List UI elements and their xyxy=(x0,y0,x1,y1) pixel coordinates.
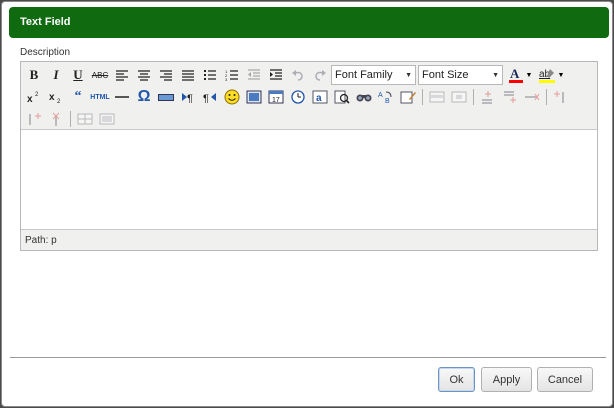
italic-button[interactable]: I xyxy=(45,65,67,85)
align-left-icon[interactable] xyxy=(111,65,133,85)
svg-text:x: x xyxy=(49,92,55,103)
chevron-down-icon: ▼ xyxy=(525,71,533,79)
table-row-props-icon[interactable] xyxy=(426,87,448,107)
svg-text:A: A xyxy=(510,67,520,81)
highlight-color-button[interactable]: ab ▼ xyxy=(535,65,567,85)
svg-text:17: 17 xyxy=(272,97,280,104)
svg-text:B: B xyxy=(385,98,390,104)
svg-text:3: 3 xyxy=(225,77,228,81)
visual-aid-icon[interactable] xyxy=(397,87,419,107)
replace-icon[interactable]: AB xyxy=(375,87,397,107)
toolbar-separator xyxy=(546,89,547,105)
rich-text-editor: B I U ABC 123 Font Family ▼ Font Size ▼ … xyxy=(20,61,598,251)
preview-icon[interactable] xyxy=(331,87,353,107)
editor-content-area[interactable] xyxy=(21,129,597,230)
merge-cells-icon[interactable] xyxy=(96,109,118,129)
insert-anchor-icon[interactable]: a xyxy=(309,87,331,107)
svg-text:a: a xyxy=(316,93,322,104)
row-after-icon[interactable] xyxy=(499,87,521,107)
svg-text:¶: ¶ xyxy=(203,93,209,103)
toolbar-separator xyxy=(473,89,474,105)
outdent-icon[interactable] xyxy=(243,65,265,85)
align-right-icon[interactable] xyxy=(155,65,177,85)
insert-date-icon[interactable]: 17 xyxy=(265,87,287,107)
ltr-icon[interactable]: ¶ xyxy=(177,87,199,107)
chevron-down-icon: ▼ xyxy=(492,71,499,79)
delete-col-icon[interactable] xyxy=(45,109,67,129)
text-field-dialog: Text Field Description B I U ABC 123 Fon… xyxy=(1,1,613,407)
numbered-list-icon[interactable]: 123 xyxy=(221,65,243,85)
split-cells-icon[interactable] xyxy=(74,109,96,129)
font-family-select[interactable]: Font Family ▼ xyxy=(331,65,416,85)
table-cell-props-icon[interactable] xyxy=(448,87,470,107)
row-before-icon[interactable] xyxy=(477,87,499,107)
col-before-icon[interactable] xyxy=(550,87,572,107)
toolbar-row-3 xyxy=(23,108,118,130)
special-char-icon[interactable]: Ω xyxy=(133,87,155,107)
svg-text:x: x xyxy=(27,94,33,103)
chevron-down-icon: ▼ xyxy=(557,71,565,79)
smiley-icon[interactable] xyxy=(221,87,243,107)
cancel-button[interactable]: Cancel xyxy=(537,367,593,392)
toolbar-separator xyxy=(422,89,423,105)
html-source-icon[interactable]: HTML xyxy=(89,87,111,107)
font-size-value: Font Size xyxy=(422,69,469,81)
description-label: Description xyxy=(20,47,71,58)
blockquote-icon[interactable]: “ xyxy=(67,87,89,107)
underline-button[interactable]: U xyxy=(67,65,89,85)
strikethrough-button[interactable]: ABC xyxy=(89,65,111,85)
find-icon[interactable] xyxy=(353,87,375,107)
ok-button[interactable]: Ok xyxy=(438,367,475,392)
bold-button[interactable]: B xyxy=(23,65,45,85)
subscript-icon[interactable]: x2 xyxy=(45,87,67,107)
editor-toolbar: B I U ABC 123 Font Family ▼ Font Size ▼ … xyxy=(21,62,597,129)
insert-time-icon[interactable] xyxy=(287,87,309,107)
svg-text:A: A xyxy=(378,92,383,99)
editor-statusbar: Path: p xyxy=(25,235,57,246)
apply-button[interactable]: Apply xyxy=(481,367,532,392)
font-size-select[interactable]: Font Size ▼ xyxy=(418,65,503,85)
font-family-value: Font Family xyxy=(335,69,393,81)
toolbar-row-1: B I U ABC 123 Font Family ▼ Font Size ▼ … xyxy=(23,64,567,86)
font-color-button[interactable]: A ▼ xyxy=(505,65,535,85)
indent-icon[interactable] xyxy=(265,65,287,85)
svg-text:¶: ¶ xyxy=(187,93,193,103)
chevron-down-icon: ▼ xyxy=(405,71,412,79)
align-center-icon[interactable] xyxy=(133,65,155,85)
undo-icon[interactable] xyxy=(287,65,309,85)
dialog-title: Text Field xyxy=(9,7,609,38)
footer-divider xyxy=(10,357,606,358)
toolbar-separator xyxy=(70,111,71,127)
horizontal-rule-icon[interactable] xyxy=(111,87,133,107)
media-icon[interactable] xyxy=(243,87,265,107)
col-after-icon[interactable] xyxy=(23,109,45,129)
toolbar-row-2: x2 x2 “ HTML Ω ¶ ¶ 17 a AB xyxy=(23,86,572,108)
redo-icon[interactable] xyxy=(309,65,331,85)
svg-text:2: 2 xyxy=(57,99,61,103)
insert-field-icon[interactable] xyxy=(155,87,177,107)
bullet-list-icon[interactable] xyxy=(199,65,221,85)
superscript-icon[interactable]: x2 xyxy=(23,87,45,107)
svg-text:2: 2 xyxy=(35,92,39,98)
rtl-icon[interactable]: ¶ xyxy=(199,87,221,107)
delete-row-icon[interactable] xyxy=(521,87,543,107)
align-justify-icon[interactable] xyxy=(177,65,199,85)
